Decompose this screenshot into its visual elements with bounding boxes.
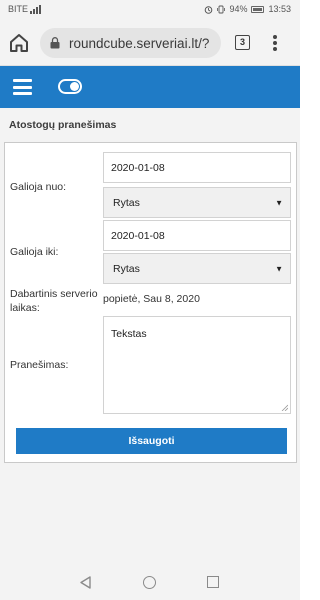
system-nav-bar	[0, 562, 300, 600]
battery-percent: 94%	[229, 4, 248, 14]
save-button[interactable]: Išsaugoti	[16, 428, 287, 454]
valid-to-time-value: Rytas	[113, 262, 140, 275]
server-time-value: popietė, Sau 8, 2020	[103, 293, 200, 305]
valid-to-date-value: 2020-01-08	[111, 229, 165, 242]
lock-icon	[50, 37, 60, 49]
valid-from-date-input[interactable]: 2020-01-08	[103, 152, 291, 183]
tabs-icon[interactable]: 3	[235, 35, 250, 50]
dot	[273, 47, 277, 51]
hamburger-icon[interactable]	[13, 79, 32, 95]
home-icon[interactable]	[8, 32, 30, 54]
message-value: Tekstas	[111, 328, 147, 340]
nav-back-icon[interactable]	[79, 576, 92, 589]
valid-to-date-input[interactable]: 2020-01-08	[103, 220, 291, 251]
caret-down-icon: ▼	[275, 198, 283, 207]
hamburger-line	[13, 85, 32, 89]
nav-recent-icon[interactable]	[207, 576, 219, 588]
valid-from-date-value: 2020-01-08	[111, 161, 165, 174]
toggle-icon[interactable]	[58, 79, 82, 94]
hamburger-line	[13, 92, 32, 95]
server-time-label: Dabartinis serverio laikas:	[10, 287, 98, 315]
status-left: BITE	[8, 4, 42, 14]
valid-from-label: Galioja nuo:	[10, 181, 67, 193]
status-right: 94% 13:53	[204, 4, 291, 14]
url-text: roundcube.serveriai.lt/?	[69, 35, 210, 51]
clock: 13:53	[268, 4, 291, 14]
server-time-label-line1: Dabartinis serverio	[10, 288, 98, 300]
caret-down-icon: ▼	[275, 264, 283, 273]
hamburger-line	[13, 79, 32, 82]
vibrate-icon	[217, 5, 226, 13]
valid-from-time-value: Rytas	[113, 196, 140, 209]
valid-from-time-select[interactable]: Rytas ▼	[103, 187, 291, 218]
valid-to-time-select[interactable]: Rytas ▼	[103, 253, 291, 284]
more-vert-icon[interactable]	[268, 32, 282, 54]
dot	[273, 35, 277, 39]
nav-home-icon[interactable]	[143, 576, 156, 589]
dot	[273, 41, 277, 45]
signal-icon	[30, 4, 42, 14]
browser-toolbar: roundcube.serveriai.lt/? 3	[0, 20, 300, 66]
carrier-label: BITE	[8, 4, 29, 14]
alarm-icon	[205, 5, 213, 14]
address-bar[interactable]: roundcube.serveriai.lt/?	[40, 28, 221, 58]
valid-to-label: Galioja iki:	[10, 246, 59, 258]
app-header	[0, 66, 300, 108]
message-textarea[interactable]: Tekstas	[103, 316, 291, 414]
server-time-label-line2: laikas:	[10, 302, 40, 314]
battery-icon	[251, 5, 265, 13]
resize-handle-icon[interactable]	[281, 404, 288, 411]
status-bar: BITE 94% 13:53	[0, 0, 300, 20]
message-label: Pranešimas:	[10, 359, 69, 371]
section-title: Atostogų pranešimas	[9, 119, 117, 131]
